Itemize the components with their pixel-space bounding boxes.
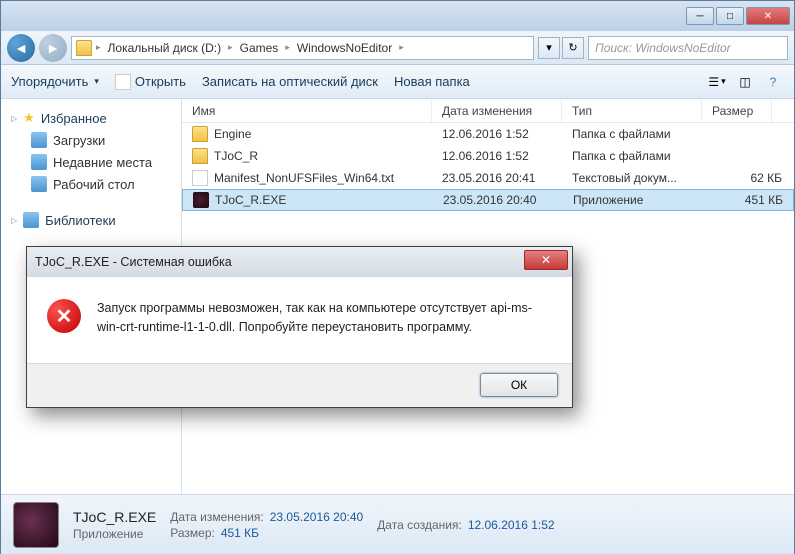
file-row[interactable]: TJoC_R 12.06.2016 1:52Папка с файлами [182, 145, 794, 167]
file-date: 12.06.2016 1:52 [442, 149, 572, 163]
ok-button[interactable]: ОК [480, 373, 558, 397]
status-created-label: Дата создания: [377, 518, 462, 532]
status-size-label: Размер: [170, 526, 215, 540]
file-size: 62 КБ [712, 171, 782, 185]
desktop-icon [31, 176, 47, 192]
file-type: Папка с файлами [572, 127, 712, 141]
folder-icon [192, 148, 208, 164]
status-size-value: 451 КБ [221, 526, 259, 540]
search-placeholder: Поиск: WindowsNoEditor [595, 41, 731, 55]
recent-icon [31, 154, 47, 170]
view-menu-button[interactable]: ☰ [706, 72, 728, 92]
breadcrumb-segment[interactable]: Games [237, 41, 282, 55]
drive-icon [76, 40, 92, 56]
dialog-message: Запуск программы невозможен, так как на … [97, 299, 552, 337]
col-type-header[interactable]: Тип [562, 99, 702, 122]
back-button[interactable]: ◄ [7, 34, 35, 62]
sidebar-libraries-header[interactable]: Библиотеки [5, 209, 177, 231]
open-icon [115, 74, 131, 90]
exe-icon [193, 192, 209, 208]
chevron-right-icon: ▸ [283, 42, 292, 53]
status-filetype: Приложение [73, 527, 156, 541]
help-button[interactable]: ? [762, 72, 784, 92]
titlebar: ─ □ ✕ [1, 1, 794, 31]
status-thumbnail [13, 502, 59, 548]
file-date: 23.05.2016 20:40 [443, 193, 573, 207]
col-name-header[interactable]: Имя [182, 99, 432, 122]
file-date: 23.05.2016 20:41 [442, 171, 572, 185]
preview-pane-button[interactable]: ◫ [734, 72, 756, 92]
libraries-icon [23, 212, 39, 228]
error-dialog: TJoC_R.EXE - Системная ошибка ✕ ✕ Запуск… [26, 246, 573, 408]
chevron-right-icon: ▸ [94, 42, 103, 53]
dialog-title-text: TJoC_R.EXE - Системная ошибка [35, 255, 232, 269]
sidebar-item-downloads[interactable]: Загрузки [5, 129, 177, 151]
file-row[interactable]: TJoC_R.EXE 23.05.2016 20:40Приложение451 … [182, 189, 794, 211]
col-size-header[interactable]: Размер [702, 99, 772, 122]
file-row[interactable]: Manifest_NonUFSFiles_Win64.txt 23.05.2016… [182, 167, 794, 189]
folder-icon [192, 126, 208, 142]
breadcrumb-segment[interactable]: Локальный диск (D:) [105, 41, 225, 55]
file-type: Приложение [573, 193, 713, 207]
dialog-body: ✕ Запуск программы невозможен, так как н… [27, 277, 572, 363]
status-mod-value: 23.05.2016 20:40 [270, 510, 363, 524]
refresh-button[interactable]: ↻ [562, 37, 584, 59]
open-button[interactable]: Открыть [115, 74, 186, 90]
txt-icon [192, 170, 208, 186]
dialog-close-button[interactable]: ✕ [524, 250, 568, 270]
status-mod-label: Дата изменения: [170, 510, 264, 524]
minimize-button[interactable]: ─ [686, 7, 714, 25]
sidebar-favorites-header[interactable]: ★ Избранное [5, 107, 177, 129]
burn-button[interactable]: Записать на оптический диск [202, 74, 378, 89]
breadcrumb-segment[interactable]: WindowsNoEditor [294, 41, 395, 55]
close-button[interactable]: ✕ [746, 7, 790, 25]
dialog-titlebar[interactable]: TJoC_R.EXE - Системная ошибка ✕ [27, 247, 572, 277]
error-icon: ✕ [47, 299, 81, 333]
star-icon: ★ [23, 110, 35, 126]
downloads-icon [31, 132, 47, 148]
chevron-right-icon: ▸ [397, 42, 406, 53]
new-folder-button[interactable]: Новая папка [394, 74, 470, 89]
file-name: TJoC_R [214, 149, 258, 163]
maximize-button[interactable]: □ [716, 7, 744, 25]
file-date: 12.06.2016 1:52 [442, 127, 572, 141]
file-type: Текстовый докум... [572, 171, 712, 185]
sidebar-item-recent[interactable]: Недавние места [5, 151, 177, 173]
column-headers: Имя Дата изменения Тип Размер [182, 99, 794, 123]
file-size: 451 КБ [713, 193, 783, 207]
forward-button[interactable]: ► [39, 34, 67, 62]
file-row[interactable]: Engine 12.06.2016 1:52Папка с файлами [182, 123, 794, 145]
file-name: Manifest_NonUFSFiles_Win64.txt [214, 171, 394, 185]
sidebar-item-desktop[interactable]: Рабочий стол [5, 173, 177, 195]
organize-button[interactable]: Упорядочить [11, 74, 99, 89]
toolbar: Упорядочить Открыть Записать на оптическ… [1, 65, 794, 99]
file-type: Папка с файлами [572, 149, 712, 163]
chevron-right-icon: ▸ [226, 42, 235, 53]
status-bar: TJoC_R.EXE Приложение Дата изменения: 23… [1, 494, 794, 554]
file-name: TJoC_R.EXE [215, 193, 286, 207]
file-name: Engine [214, 127, 251, 141]
nav-bar: ◄ ► ▸ Локальный диск (D:) ▸ Games ▸ Wind… [1, 31, 794, 65]
address-bar[interactable]: ▸ Локальный диск (D:) ▸ Games ▸ WindowsN… [71, 36, 534, 60]
dialog-footer: ОК [27, 363, 572, 407]
status-filename: TJoC_R.EXE [73, 509, 156, 525]
dropdown-button[interactable]: ▾ [538, 37, 560, 59]
search-input[interactable]: Поиск: WindowsNoEditor [588, 36, 788, 60]
col-date-header[interactable]: Дата изменения [432, 99, 562, 122]
status-created-value: 12.06.2016 1:52 [468, 518, 555, 532]
